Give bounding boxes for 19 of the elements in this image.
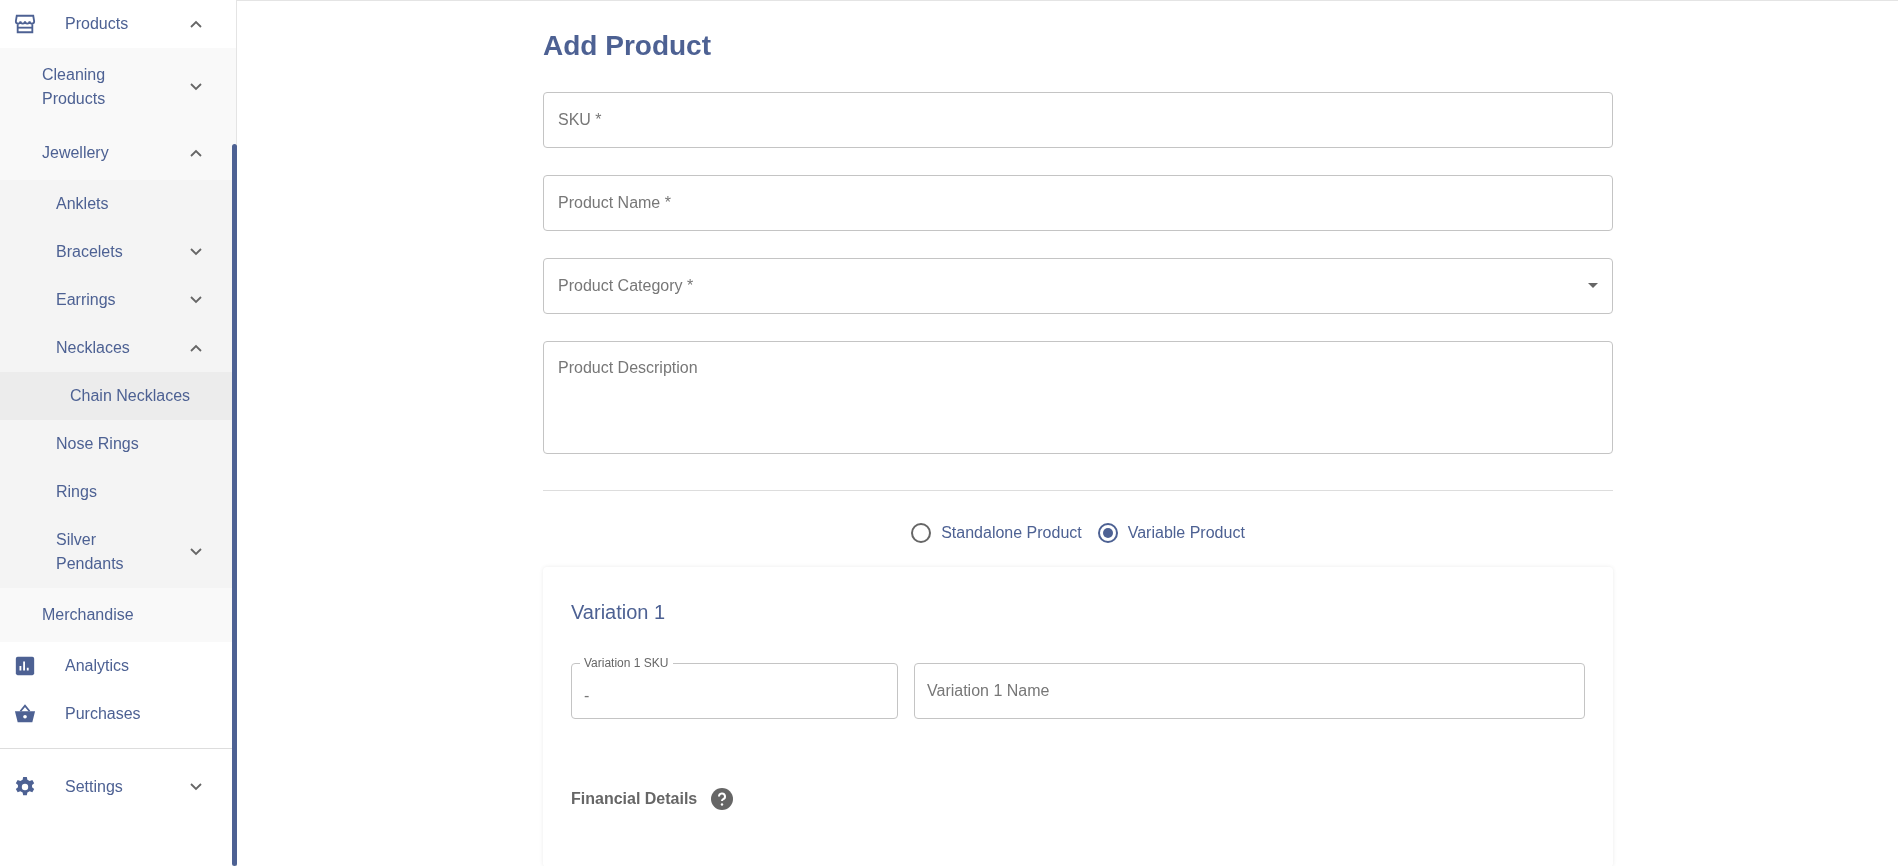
text-field[interactable]: Product Name * xyxy=(543,174,1613,231)
page-title: Add Product xyxy=(543,29,712,63)
text-area[interactable]: Product Description xyxy=(543,340,1613,454)
basket-icon xyxy=(14,703,36,725)
section-heading: Financial Details xyxy=(571,788,698,809)
store-icon xyxy=(14,13,36,35)
scrollbar-thumb[interactable] xyxy=(232,144,237,866)
select-field[interactable]: Product Category * xyxy=(543,257,1613,314)
variation-title: Variation 1 xyxy=(571,599,667,625)
help-icon[interactable] xyxy=(711,787,734,810)
radio-option[interactable]: Variable Product xyxy=(1097,520,1245,545)
bar-chart-icon xyxy=(14,655,36,677)
dropdown-arrow-icon xyxy=(1588,283,1598,289)
radio-option[interactable]: Standalone Product xyxy=(911,520,1082,545)
text-field[interactable]: SKU * xyxy=(543,91,1613,148)
sidebar-item[interactable]: Cleaning Products xyxy=(0,48,236,126)
name-field[interactable]: Variation 1 Name xyxy=(914,662,1585,719)
settings-icon xyxy=(14,776,36,798)
sidebar-item[interactable]: Jewellery xyxy=(0,126,236,180)
